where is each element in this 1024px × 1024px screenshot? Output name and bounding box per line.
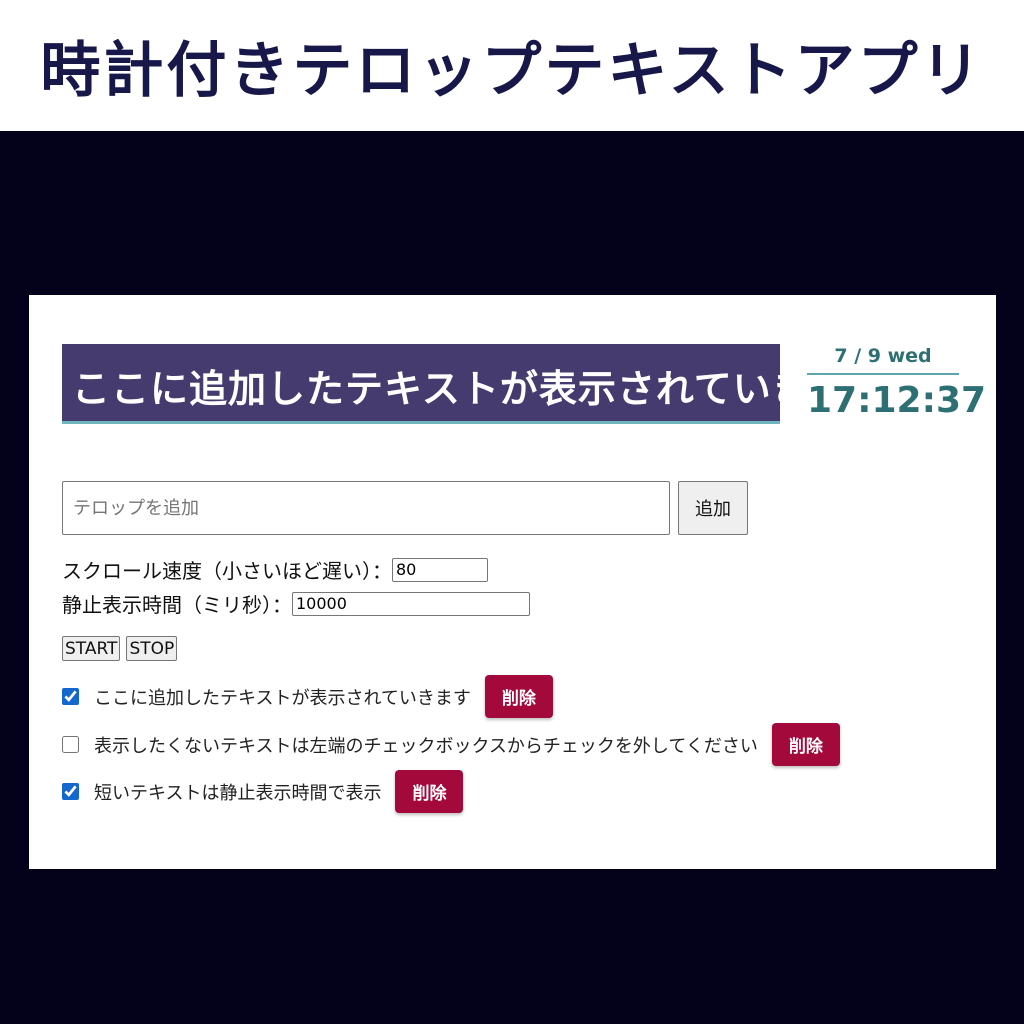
telop-ticker: ここに追加したテキストが表示されていきます bbox=[62, 344, 780, 424]
clock-time: 17:12:37 bbox=[807, 380, 987, 421]
speed-input[interactable] bbox=[392, 557, 488, 582]
banner-title: 時計付きテロップテキストアプリ bbox=[40, 36, 984, 106]
list-item: 表示したくないテキストは左端のチェックボックスからチェックを外してください 削除 bbox=[62, 723, 840, 766]
ticker-text: ここに追加したテキストが表示されていきます bbox=[72, 367, 780, 411]
item-checkbox[interactable] bbox=[62, 688, 79, 705]
item-checkbox[interactable] bbox=[62, 783, 79, 800]
still-time-input[interactable] bbox=[292, 591, 530, 616]
still-time-setting: 静止表示時間（ミリ秒）： bbox=[62, 589, 530, 618]
clock-date: 7 / 9 wed bbox=[834, 345, 932, 367]
speed-label: スクロール速度（小さいほど遅い）： bbox=[62, 559, 392, 583]
clock: 7 / 9 wed 17:12:37 bbox=[807, 343, 987, 421]
start-button[interactable]: START bbox=[62, 636, 121, 661]
telop-input[interactable] bbox=[62, 481, 670, 535]
playback-controls: START STOP bbox=[62, 636, 178, 661]
delete-button[interactable]: 削除 bbox=[484, 675, 553, 718]
item-text: 表示したくないテキストは左端のチェックボックスからチェックを外してください bbox=[94, 735, 758, 757]
add-button[interactable]: 追加 bbox=[678, 481, 748, 535]
delete-button[interactable]: 削除 bbox=[771, 723, 840, 766]
item-text: ここに追加したテキストが表示されていきます bbox=[94, 687, 471, 709]
title-banner: 時計付きテロップテキストアプリ bbox=[0, 0, 1024, 131]
still-time-label: 静止表示時間（ミリ秒）： bbox=[62, 593, 292, 617]
speed-setting: スクロール速度（小さいほど遅い）： bbox=[62, 555, 488, 584]
delete-button[interactable]: 削除 bbox=[395, 770, 464, 813]
stop-button[interactable]: STOP bbox=[126, 636, 178, 661]
list-item: ここに追加したテキストが表示されていきます 削除 bbox=[62, 675, 553, 718]
clock-divider bbox=[807, 373, 959, 375]
item-checkbox[interactable] bbox=[62, 736, 79, 753]
app-window: ここに追加したテキストが表示されていきます 7 / 9 wed 17:12:37… bbox=[29, 295, 996, 869]
item-text: 短いテキストは静止表示時間で表示 bbox=[94, 782, 382, 804]
list-item: 短いテキストは静止表示時間で表示 削除 bbox=[62, 770, 464, 813]
